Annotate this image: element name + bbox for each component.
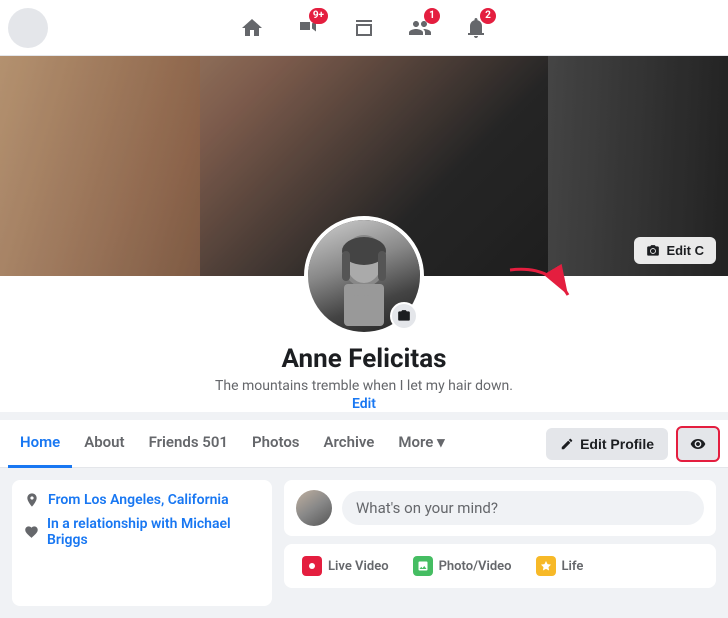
tab-photos[interactable]: Photos (240, 420, 312, 468)
tab-friends[interactable]: Friends 501 (137, 420, 240, 468)
logo-avatar[interactable] (8, 8, 48, 48)
location-text: From Los Angeles, California (48, 492, 229, 508)
edit-profile-label: Edit Profile (580, 436, 654, 452)
bottom-content: From Los Angeles, California In a relati… (0, 468, 728, 618)
change-profile-pic-button[interactable] (390, 302, 418, 330)
edit-cover-button[interactable]: Edit C (634, 237, 716, 264)
relationship-value: Michael Briggs (47, 516, 231, 548)
photo-video-button[interactable]: Photo/Video (403, 550, 522, 582)
post-box: What's on your mind? (284, 480, 716, 536)
edit-bio-link[interactable]: Edit (352, 396, 376, 412)
notifications-nav-icon[interactable]: 2 (452, 4, 500, 52)
view-as-button[interactable] (676, 426, 720, 462)
tab-archive[interactable]: Archive (312, 420, 387, 468)
left-panel: From Los Angeles, California In a relati… (12, 480, 272, 606)
friends-nav-icon[interactable]: 1 (396, 4, 444, 52)
edit-profile-button[interactable]: Edit Profile (546, 428, 668, 460)
profile-actions: Edit Profile (546, 426, 720, 462)
profile-section: Anne Felicitas The mountains tremble whe… (0, 276, 728, 412)
home-nav-icon[interactable] (228, 4, 276, 52)
edit-cover-label: Edit C (666, 243, 704, 258)
profile-pic-wrapper (304, 216, 424, 336)
life-event-button[interactable]: Life (526, 550, 594, 582)
post-actions: Live Video Photo/Video Life (284, 544, 716, 588)
video-nav-icon[interactable]: 9+ (284, 4, 332, 52)
tab-home[interactable]: Home (8, 420, 72, 468)
top-nav: 9+ 1 2 (0, 0, 728, 56)
notifications-badge: 2 (480, 8, 496, 24)
tab-more[interactable]: More ▾ (386, 420, 456, 468)
profile-name: Anne Felicitas (281, 344, 446, 374)
friends-badge: 1 (424, 8, 440, 24)
right-panel: What's on your mind? Live Video Photo/Vi… (284, 480, 716, 606)
post-avatar (296, 490, 332, 526)
live-video-button[interactable]: Live Video (292, 550, 399, 582)
location-value: Los Angeles, California (84, 492, 229, 508)
relationship-info: In a relationship with Michael Briggs (24, 516, 260, 548)
profile-bio: The mountains tremble when I let my hair… (215, 378, 513, 394)
photo-video-label: Photo/Video (439, 559, 512, 574)
relationship-text: In a relationship with Michael Briggs (47, 516, 260, 548)
video-badge: 9+ (309, 8, 328, 24)
life-event-label: Life (562, 559, 584, 574)
marketplace-nav-icon[interactable] (340, 4, 388, 52)
nav-icons: 9+ 1 2 (228, 4, 500, 52)
location-info: From Los Angeles, California (24, 492, 260, 508)
tab-about[interactable]: About (72, 420, 136, 468)
live-video-label: Live Video (328, 559, 389, 574)
profile-tabs: Home About Friends 501 Photos Archive Mo… (0, 420, 728, 468)
tab-list: Home About Friends 501 Photos Archive Mo… (8, 420, 546, 468)
post-input[interactable]: What's on your mind? (342, 491, 704, 525)
